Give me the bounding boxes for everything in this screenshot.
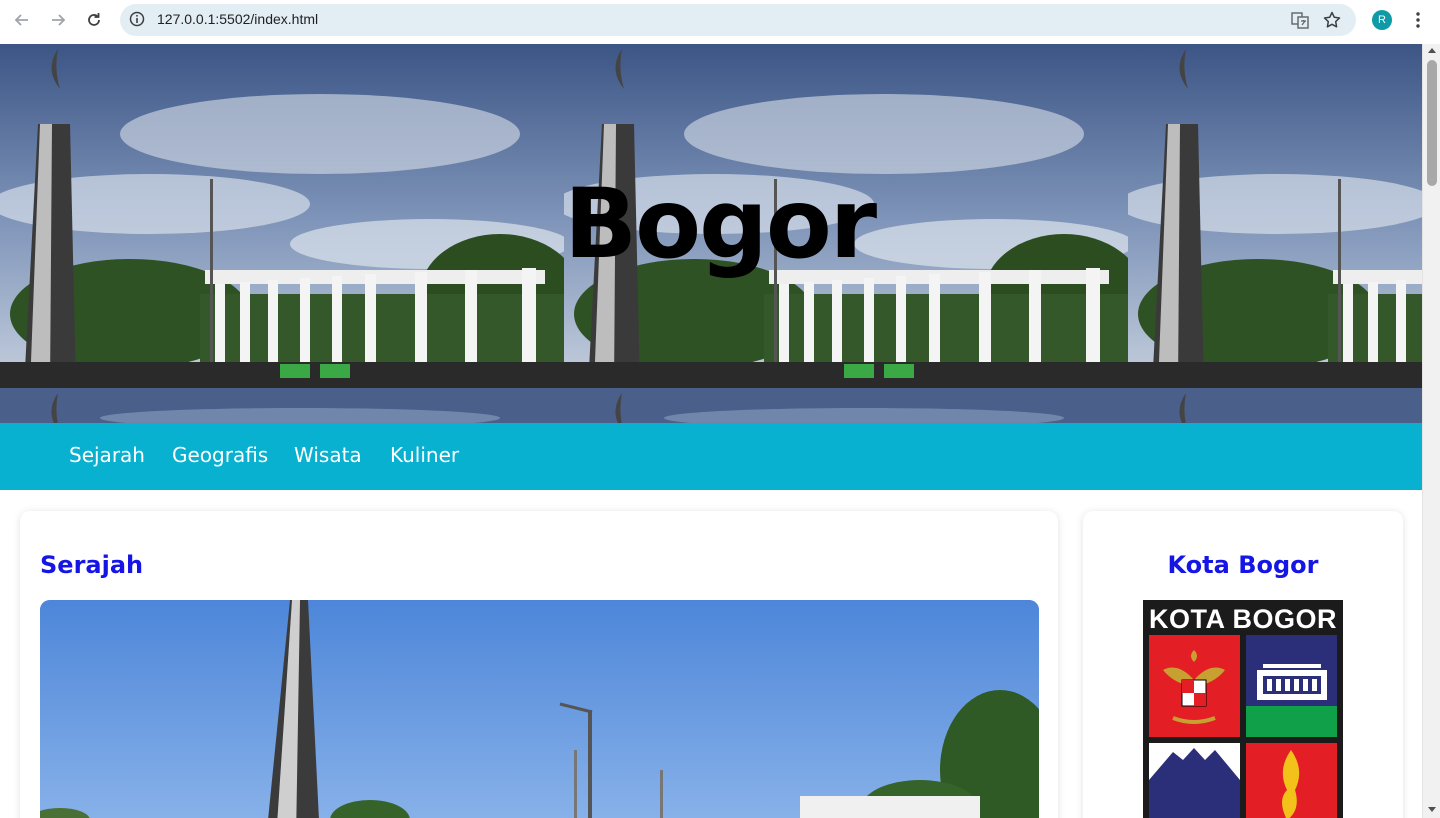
site-info-icon[interactable] <box>128 10 146 28</box>
hero-banner: Bogor <box>0 44 1422 423</box>
hero-background-image <box>564 388 1128 423</box>
history-card: Serajah <box>20 511 1058 818</box>
more-menu-icon[interactable] <box>1408 10 1428 30</box>
nav-link-wisata[interactable]: Wisata <box>294 443 362 467</box>
city-card: Kota Bogor KOTA BOGOR <box>1083 511 1403 818</box>
forward-icon[interactable] <box>46 8 70 32</box>
nav-link-kuliner[interactable]: Kuliner <box>390 443 459 467</box>
nav-link-geografis[interactable]: Geografis <box>172 443 268 467</box>
translate-icon[interactable] <box>1290 10 1310 30</box>
bookmark-star-icon[interactable] <box>1322 10 1342 30</box>
kota-bogor-logo: KOTA BOGOR <box>1143 600 1343 818</box>
reload-icon[interactable] <box>82 8 106 32</box>
hero-background-image <box>0 388 564 423</box>
city-heading: Kota Bogor <box>1167 551 1319 579</box>
nav-link-sejarah[interactable]: Sejarah <box>69 443 145 467</box>
browser-toolbar: 127.0.0.1:5502/index.html R <box>0 0 1440 40</box>
scroll-up-arrow-icon[interactable] <box>1428 48 1436 53</box>
city-emblem-icon <box>1149 635 1337 818</box>
main-navbar: Sejarah Geografis Wisata Kuliner <box>0 423 1422 490</box>
page-scrollbar[interactable] <box>1422 44 1440 818</box>
hero-background-image <box>0 44 564 388</box>
url-text[interactable]: 127.0.0.1:5502/index.html <box>157 11 318 27</box>
scroll-thumb[interactable] <box>1427 60 1437 186</box>
scroll-down-arrow-icon[interactable] <box>1428 807 1436 812</box>
page-viewport: Bogor Sejarah Geografis Wisata Kuliner S… <box>0 44 1440 818</box>
hero-background-image <box>1128 44 1422 388</box>
tugu-kujang-photo <box>40 600 1039 818</box>
history-heading: Serajah <box>40 551 144 579</box>
hero-title: Bogor <box>564 168 877 280</box>
back-icon[interactable] <box>10 8 34 32</box>
profile-avatar[interactable]: R <box>1372 10 1392 30</box>
hero-background-image <box>1128 388 1422 423</box>
